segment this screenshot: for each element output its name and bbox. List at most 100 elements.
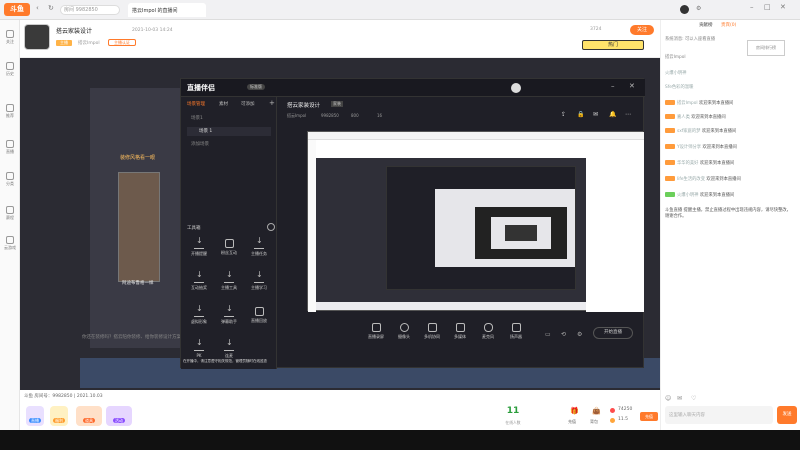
- companion-minimize-icon[interactable]: –: [611, 82, 615, 90]
- minimize-icon[interactable]: –: [750, 3, 754, 11]
- tab-assets[interactable]: 素材: [219, 101, 228, 107]
- gift-box-icon[interactable]: 🎁: [570, 407, 579, 415]
- tool-pk[interactable]: PK: [185, 338, 213, 358]
- chat-line: life生活的改变 欢迎来到本直播间: [665, 176, 793, 185]
- user-icon: [224, 239, 234, 248]
- pinned-rank[interactable]: 房间排行榜: [747, 40, 785, 56]
- tool-avatar[interactable]: 虚拟形象: [185, 304, 213, 325]
- companion-room-id: 9982850: [321, 113, 339, 118]
- tool-danmu[interactable]: 弹幕助手: [215, 304, 243, 325]
- tool-link[interactable]: 连麦: [215, 338, 243, 359]
- bag-icon[interactable]: 👜: [592, 407, 601, 415]
- recharge-link[interactable]: 充值: [568, 419, 576, 425]
- chat-line: 嘉人类 欢迎来到本直播间: [665, 114, 793, 123]
- btn-camera[interactable]: 摄像头: [391, 323, 417, 340]
- preview-innermost-video: [505, 225, 537, 241]
- tab-scenes[interactable]: 场景管理: [187, 101, 205, 107]
- avatar[interactable]: [680, 5, 689, 14]
- tool-lottery[interactable]: 互动抽奖: [185, 270, 213, 291]
- scene-item-active[interactable]: 场景 1: [187, 127, 271, 136]
- companion-camera-small-icon[interactable]: ▭: [545, 331, 551, 338]
- camera-icon: [399, 323, 409, 332]
- tool-anchor[interactable]: 主播工具: [215, 270, 243, 291]
- sidebar-item-category[interactable]: 分类: [0, 170, 20, 192]
- toolbox-more-icon[interactable]: [267, 223, 275, 231]
- tab-vip[interactable]: 贵宾(0): [721, 22, 736, 28]
- companion-sync-icon[interactable]: ⟲: [561, 331, 566, 338]
- btn-multi-device[interactable]: 多机协同: [419, 323, 445, 340]
- sidebar-item-follow[interactable]: 关注: [0, 28, 20, 50]
- gamepad-icon: [6, 236, 14, 244]
- maximize-icon[interactable]: □: [764, 3, 771, 11]
- btn-screen-record[interactable]: 直播录屏: [363, 323, 389, 340]
- emoji-icon[interactable]: ☺: [665, 395, 671, 402]
- streamer-avatar[interactable]: [24, 24, 50, 50]
- sidebar-item-schedule[interactable]: 赛程: [0, 204, 20, 226]
- tab-addable[interactable]: 可添加: [241, 101, 255, 107]
- sidebar-item-live[interactable]: 直播: [0, 138, 20, 160]
- devices-icon: [427, 323, 437, 332]
- bottom-strip: [0, 430, 800, 450]
- scene-item[interactable]: 场景1: [191, 115, 203, 121]
- gift-item-props[interactable]: 道具: [76, 406, 102, 426]
- companion-bell-icon[interactable]: 🔔: [609, 111, 616, 118]
- tool-remind[interactable]: 开播提醒: [185, 236, 213, 257]
- companion-avatar[interactable]: [511, 83, 521, 93]
- companion-lock-icon[interactable]: 🔒: [577, 111, 584, 118]
- btn-media[interactable]: 多媒体: [447, 323, 473, 340]
- download-icon: [254, 270, 264, 283]
- tab-room[interactable]: 搭云Impol 的直播间: [128, 3, 206, 17]
- bag-link[interactable]: 背包: [590, 419, 598, 425]
- like-icon[interactable]: ♡: [691, 395, 696, 402]
- sidebar-item-history[interactable]: 历史: [0, 60, 20, 82]
- video-player[interactable]: 装修风格看一眼 阿迪布鲁格一样 你还在装修吗？搭云陪你装修、给你装修设计方案 直…: [20, 58, 660, 390]
- tool-fans[interactable]: 粉丝互动: [215, 239, 243, 256]
- start-live-button[interactable]: 开始直播: [593, 327, 633, 339]
- sidebar-item-home[interactable]: 推荐: [0, 102, 20, 124]
- tool-replay[interactable]: 直播回放: [245, 307, 273, 324]
- recharge-button[interactable]: 充值: [640, 412, 658, 421]
- coin-count: 74250: [618, 407, 633, 412]
- online-count-label: 在线人数: [505, 420, 521, 425]
- streamer-name[interactable]: 搭云Impol: [78, 40, 100, 46]
- tool-learn[interactable]: 主播学习: [245, 270, 273, 291]
- companion-more-icon[interactable]: ⋯: [625, 111, 631, 118]
- app-logo[interactable]: 斗鱼: [4, 3, 30, 16]
- follow-button[interactable]: 关注: [630, 25, 654, 35]
- chat-input[interactable]: 这里输入聊天内容: [665, 406, 773, 424]
- follow-count: 3724: [590, 27, 602, 32]
- address-bar[interactable]: 房间 9982850: [60, 5, 120, 15]
- sidebar-item-cloudgame[interactable]: 云游戏: [0, 234, 20, 256]
- btn-speaker[interactable]: 扬声器: [503, 323, 529, 340]
- preview-screen[interactable]: [307, 131, 644, 312]
- close-icon[interactable]: ✕: [780, 3, 786, 11]
- settings-icon[interactable]: ⚙: [696, 5, 701, 12]
- toolbox-label: 工具箱: [187, 226, 201, 231]
- room-title: 搭云家装设计: [56, 28, 93, 35]
- version-tag: 标准版: [247, 84, 265, 90]
- monitor-icon: [371, 323, 381, 332]
- back-icon[interactable]: ‹: [36, 4, 39, 12]
- refresh-icon[interactable]: ↻: [48, 4, 54, 12]
- companion-mail-icon[interactable]: ✉: [593, 111, 598, 118]
- hot-tag[interactable]: 热门: [582, 40, 644, 50]
- certified-badge: 主播认证: [108, 39, 136, 46]
- preview-header: [316, 140, 586, 158]
- tab-contribution[interactable]: 贡献榜: [699, 22, 713, 28]
- companion-titlebar: 直播伴侣 标准版 – ✕: [181, 79, 645, 97]
- add-scene[interactable]: 添加场景: [191, 141, 209, 147]
- tool-task[interactable]: 主播任务: [245, 236, 273, 257]
- btn-microphone[interactable]: 麦克风: [475, 323, 501, 340]
- gift-item-live[interactable]: 直播: [26, 406, 44, 426]
- gift-item-event[interactable]: 活动: [106, 406, 132, 426]
- send-button[interactable]: 发送: [777, 406, 797, 424]
- gift-item-benefit[interactable]: 福利: [50, 406, 68, 426]
- companion-share-icon[interactable]: ⇪: [561, 111, 566, 118]
- room-info-text: 斗鱼 房间号：9982850 | 2021.10.03: [24, 394, 103, 399]
- companion-close-icon[interactable]: ✕: [629, 82, 635, 90]
- danmu-icon[interactable]: ✉: [677, 395, 682, 402]
- add-icon[interactable]: +: [269, 99, 275, 107]
- room-date: 2021-10-03 14:24: [132, 28, 173, 33]
- companion-settings-icon[interactable]: ⚙: [577, 331, 582, 338]
- chat-line: sxf家庭的梦 欢迎来到本直播间: [665, 128, 793, 137]
